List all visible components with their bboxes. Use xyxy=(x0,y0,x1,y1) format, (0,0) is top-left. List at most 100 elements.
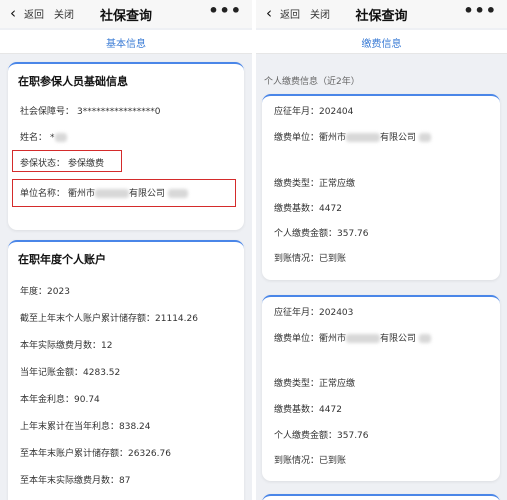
row-label: 至本年末账户累计储存额： xyxy=(20,449,129,459)
tab-basic-info[interactable]: 基本信息 xyxy=(0,35,252,50)
base-row: 缴费基数：4472 xyxy=(274,201,342,214)
status-value: 参保缴费 xyxy=(68,159,105,169)
row-value: 正常应缴 xyxy=(319,379,356,389)
row-value: 202404 xyxy=(319,107,354,117)
row-value: 4283.52 xyxy=(83,368,121,378)
account-row: 上年末累计在当年利息：838.24 xyxy=(20,419,151,432)
row-value: 357.76 xyxy=(337,229,369,239)
account-row: 至本年末实际缴费月数：87 xyxy=(20,473,130,486)
basic-info-screen: ‹ 返回 关闭 社保查询 ••• 基本信息 在职参保人员基础信息 社会保障号： 3… xyxy=(0,0,252,500)
redacted-mark xyxy=(419,334,432,343)
month-row: 应征年月：202404 xyxy=(274,104,353,117)
row-value: 已到账 xyxy=(319,254,347,264)
ssn-value: 3****************0 xyxy=(77,107,161,117)
row-value: 838.24 xyxy=(119,422,151,432)
payment-record-card: 应征年月：202404 缴费单位：衢州市 有限公司 缴费类型：正常应缴 缴费基数：… xyxy=(262,94,500,280)
month-row: 应征年月：202403 xyxy=(274,305,353,318)
row-label: 本年金利息： xyxy=(20,395,75,405)
base-row: 缴费基数：4472 xyxy=(274,402,342,415)
amount-row: 个人缴费金额：357.76 xyxy=(274,226,369,239)
nav-bar: ‹ 返回 关闭 社保查询 ••• xyxy=(0,0,252,28)
redacted-mark xyxy=(168,189,189,198)
nav-bar: ‹ 返回 关闭 社保查询 ••• xyxy=(256,0,507,28)
unit-row: 缴费单位：衢州市 有限公司 xyxy=(274,130,432,143)
row-label: 缴费单位： xyxy=(274,334,320,344)
unit-suffix: 有限公司 xyxy=(129,189,166,199)
row-value: 202403 xyxy=(319,308,354,318)
account-row: 本年实际缴费月数：12 xyxy=(20,338,112,351)
unit-suffix: 有限公司 xyxy=(380,133,417,143)
unit-prefix: 衢州市 xyxy=(68,189,96,199)
account-row: 年度：2023 xyxy=(20,284,70,297)
row-value: 21114.26 xyxy=(155,314,198,324)
row-label: 应征年月： xyxy=(274,107,320,117)
row-label: 到账情况： xyxy=(274,254,320,264)
tab-payment-info[interactable]: 缴费信息 xyxy=(256,35,507,50)
row-label: 个人缴费金额： xyxy=(274,229,338,239)
row-value: 12 xyxy=(101,341,113,351)
payment-info-screen: ‹ 返回 关闭 社保查询 ••• 缴费信息 个人缴费信息（近2年） 应征年月：2… xyxy=(256,0,507,500)
account-row: 至本年末账户累计储存额：26326.76 xyxy=(20,446,171,459)
row-label: 缴费基数： xyxy=(274,405,320,415)
row-label: 个人缴费金额： xyxy=(274,431,338,441)
redacted-mark xyxy=(346,334,381,343)
row-value: 已到账 xyxy=(319,456,347,466)
arrival-row: 到账情况：已到账 xyxy=(274,453,346,466)
name-value: * xyxy=(50,133,55,143)
row-value: 4472 xyxy=(319,204,342,214)
redacted-mark xyxy=(95,189,130,198)
unit-suffix: 有限公司 xyxy=(380,334,417,344)
name-label: 姓名： xyxy=(20,133,48,143)
row-label: 到账情况： xyxy=(274,456,320,466)
row-label: 上年末累计在当年利息： xyxy=(20,422,120,432)
redacted-mark xyxy=(346,133,381,142)
tab-bar: 缴费信息 xyxy=(256,30,507,54)
row-value: 87 xyxy=(119,476,131,486)
annual-account-card: 在职年度个人账户 年度：2023 截至上年末个人账户累计储存额：21114.26… xyxy=(8,240,244,500)
unit-label: 单位名称： xyxy=(20,189,66,199)
account-row: 截至上年末个人账户累计储存额：21114.26 xyxy=(20,311,198,324)
unit-prefix: 衢州市 xyxy=(319,334,347,344)
payment-record-card xyxy=(262,494,500,500)
more-icon[interactable]: ••• xyxy=(463,1,497,20)
redacted-mark xyxy=(419,133,432,142)
unit-prefix: 衢州市 xyxy=(319,133,347,143)
row-value: 正常应缴 xyxy=(319,179,356,189)
name-row: 姓名： * xyxy=(20,130,67,143)
amount-row: 个人缴费金额：357.76 xyxy=(274,428,369,441)
row-label: 应征年月： xyxy=(274,308,320,318)
arrival-row: 到账情况：已到账 xyxy=(274,251,346,264)
row-label: 本年实际缴费月数： xyxy=(20,341,102,351)
status-row: 参保状态： 参保缴费 xyxy=(20,156,104,169)
payment-record-card: 应征年月：202403 缴费单位：衢州市 有限公司 缴费类型：正常应缴 缴费基数：… xyxy=(262,295,500,481)
account-row: 当年记账金额：4283.52 xyxy=(20,365,120,378)
unit-row: 单位名称： 衢州市 有限公司 xyxy=(20,186,189,199)
row-label: 当年记账金额： xyxy=(20,368,84,378)
status-label: 参保状态： xyxy=(20,159,66,169)
row-value: 90.74 xyxy=(74,395,100,405)
card-title: 在职年度个人账户 xyxy=(18,253,106,266)
row-value: 2023 xyxy=(47,287,70,297)
redacted-mark xyxy=(54,133,67,142)
row-label: 至本年末实际缴费月数： xyxy=(20,476,120,486)
row-label: 年度： xyxy=(20,287,48,297)
type-row: 缴费类型：正常应缴 xyxy=(274,376,355,389)
ssn-row: 社会保障号： 3****************0 xyxy=(20,104,160,117)
section-label: 个人缴费信息（近2年） xyxy=(264,77,360,87)
tab-divider xyxy=(256,53,507,54)
row-label: 缴费单位： xyxy=(274,133,320,143)
row-value: 4472 xyxy=(319,405,342,415)
tab-bar: 基本信息 xyxy=(0,30,252,54)
tab-divider xyxy=(0,53,252,54)
unit-row: 缴费单位：衢州市 有限公司 xyxy=(274,331,432,344)
basic-info-card: 在职参保人员基础信息 社会保障号： 3****************0 姓名： *… xyxy=(8,62,244,230)
row-label: 缴费基数： xyxy=(274,204,320,214)
row-value: 26326.76 xyxy=(128,449,171,459)
row-value: 357.76 xyxy=(337,431,369,441)
row-label: 截至上年末个人账户累计储存额： xyxy=(20,314,156,324)
account-row: 本年金利息：90.74 xyxy=(20,392,100,405)
more-icon[interactable]: ••• xyxy=(208,1,242,20)
type-row: 缴费类型：正常应缴 xyxy=(274,176,355,189)
ssn-label: 社会保障号： xyxy=(20,107,75,117)
row-label: 缴费类型： xyxy=(274,379,320,389)
